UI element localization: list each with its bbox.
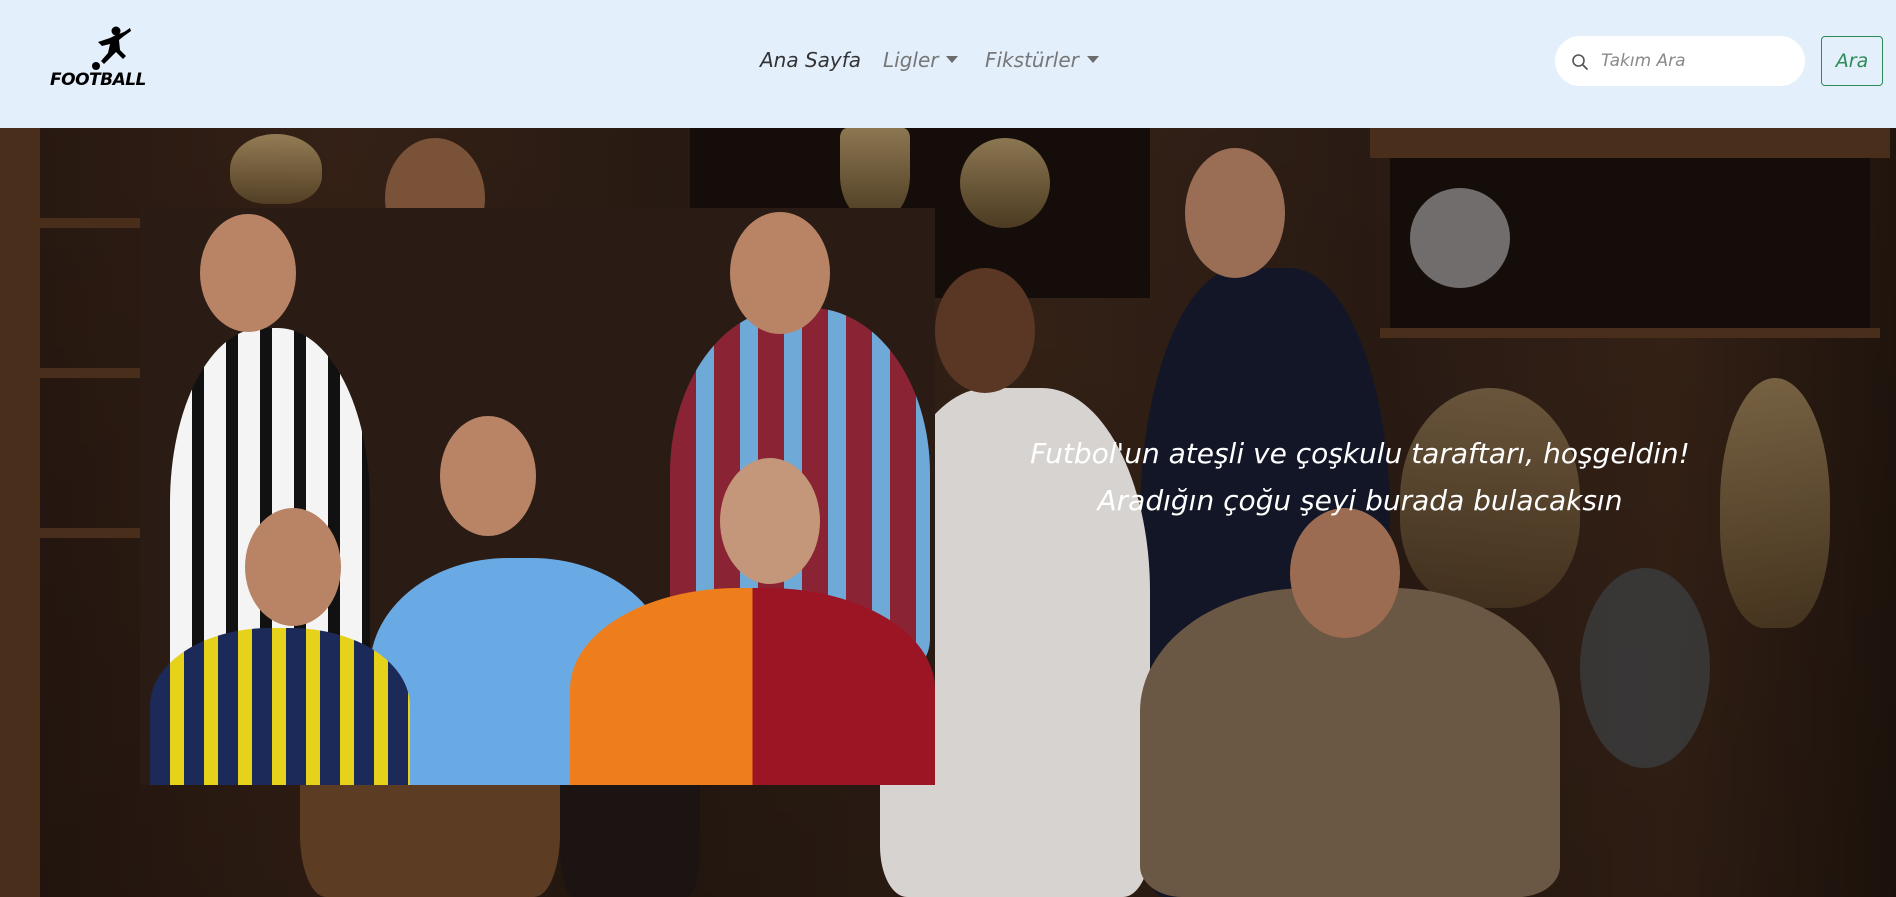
- hero-welcome-text: Futbol'un ateşli ve çoşkulu taraftarı, h…: [1000, 430, 1720, 524]
- navbar: FOOTBALL Ana Sayfa Ligler Fikstürler Ara: [0, 0, 1896, 128]
- search-box: [1555, 36, 1805, 86]
- nav-dropdown-leagues[interactable]: Ligler: [883, 48, 959, 72]
- hero-banner: Futbol'un ateşli ve çoşkulu taraftarı, h…: [0, 128, 1896, 897]
- search-icon: [1572, 54, 1588, 70]
- nav-link-label: Fikstürler: [985, 48, 1079, 72]
- chevron-down-icon: [946, 56, 959, 63]
- nav-link-label: Ana Sayfa: [760, 48, 862, 72]
- logo-text: FOOTBALL: [50, 70, 146, 90]
- football-player-logo-icon: [92, 26, 131, 70]
- team-search-input[interactable]: [1599, 46, 1793, 76]
- nav-link-home[interactable]: Ana Sayfa: [760, 48, 861, 72]
- chevron-down-icon: [1086, 56, 1099, 63]
- search-button[interactable]: Ara: [1821, 36, 1883, 86]
- players-collage-image: [140, 208, 935, 785]
- hero-line-2: Aradığın çoğu şeyi burada bulacaksın: [1097, 484, 1623, 517]
- brand-logo[interactable]: FOOTBALL: [48, 26, 146, 92]
- nav-dropdown-fixtures[interactable]: Fikstürler: [985, 48, 1099, 72]
- hero-line-1: Futbol'un ateşli ve çoşkulu taraftarı, h…: [1030, 437, 1690, 470]
- nav-link-label: Ligler: [883, 48, 939, 72]
